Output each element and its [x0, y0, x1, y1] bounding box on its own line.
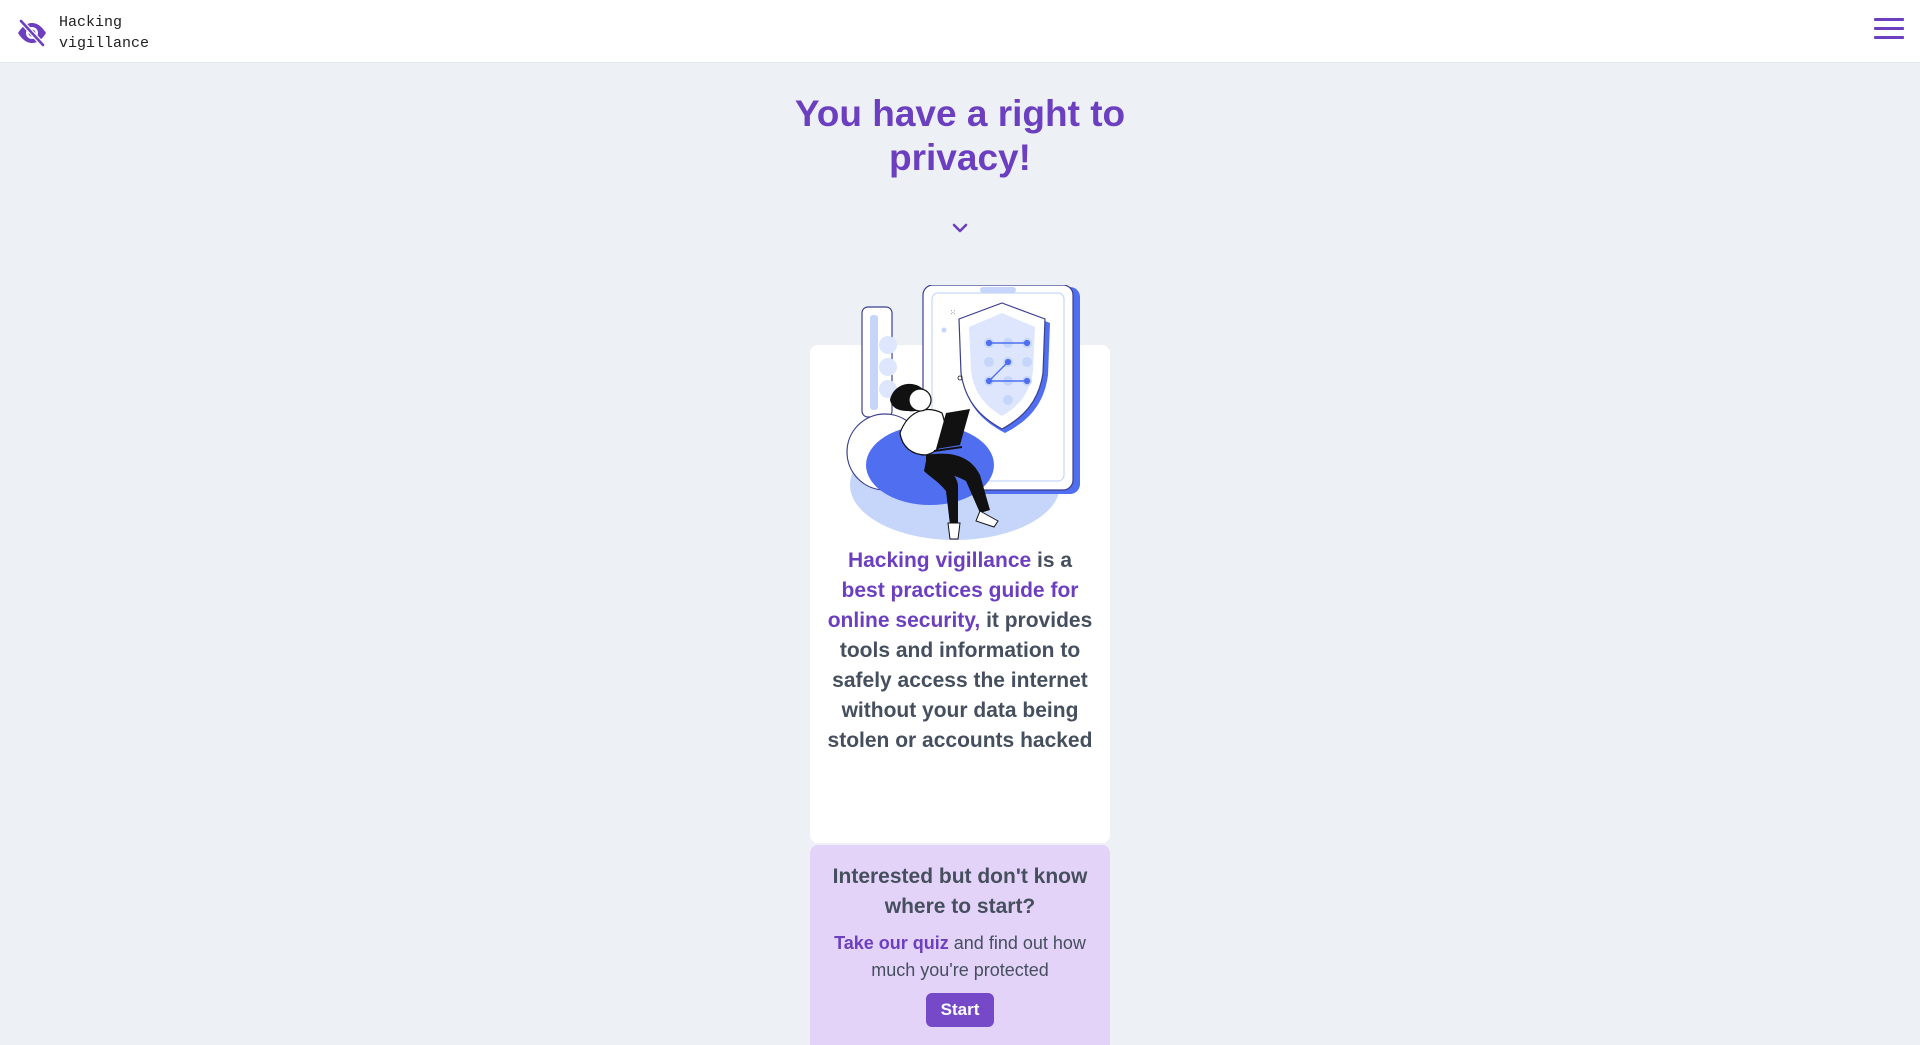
intro-text: Hacking vigillance is a best practices g…	[826, 546, 1094, 756]
logo-line-2: vigillance	[59, 35, 150, 52]
top-navigation-bar: Hacking vigillance	[0, 0, 1920, 63]
take-quiz-link[interactable]: Take our quiz	[834, 933, 949, 953]
intro-text-part-1: is a	[1031, 549, 1073, 572]
menu-bar	[1874, 18, 1904, 21]
quiz-description: Take our quiz and find out how much you'…	[826, 930, 1094, 984]
privacy-illustration: ⁙	[846, 285, 1080, 540]
chevron-down-icon[interactable]	[948, 220, 972, 238]
menu-bar	[1874, 36, 1904, 39]
brand-name: Hacking vigillance	[847, 549, 1032, 572]
page-title: You have a right to privacy!	[794, 93, 1126, 178]
logo[interactable]: Hacking vigillance	[16, 12, 149, 54]
svg-text:⁙: ⁙	[950, 309, 956, 317]
logo-line-1: Hacking	[59, 14, 123, 31]
menu-bar	[1874, 27, 1904, 30]
eye-slash-icon	[18, 18, 46, 48]
hamburger-menu-icon[interactable]	[1874, 18, 1904, 44]
quiz-title: Interested but don't know where to start…	[832, 865, 1088, 918]
logo-text: Hacking vigillance	[59, 12, 149, 54]
